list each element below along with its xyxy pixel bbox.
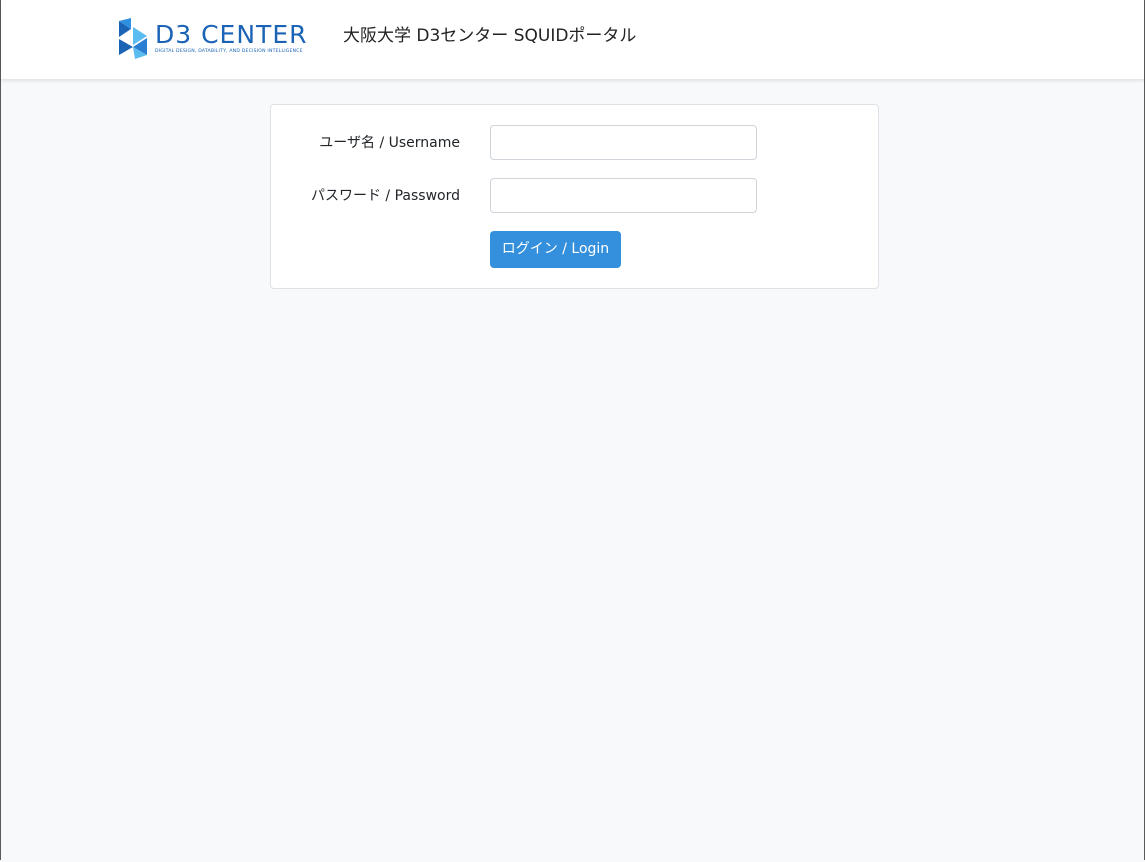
logo-title: D3 CENTER [155,21,308,48]
password-input[interactable] [490,178,757,213]
username-label: ユーザ名 / Username [319,135,460,151]
logo-text: D3 CENTER DIGITAL DESIGN, DATABILITY, AN… [155,22,323,55]
password-row: パスワード / Password [271,178,878,215]
username-row: ユーザ名 / Username [271,125,878,162]
username-input[interactable] [490,125,757,160]
password-label: パスワード / Password [310,188,460,204]
login-button[interactable]: ログイン / Login [490,231,621,268]
logo-tagline: DIGITAL DESIGN, DATABILITY, AND DECISION… [155,48,303,54]
brand-logo-link[interactable]: D3 CENTER DIGITAL DESIGN, DATABILITY, AN… [117,16,323,60]
top-navbar: D3 CENTER DIGITAL DESIGN, DATABILITY, AN… [1,0,1144,80]
site-title: 大阪大学 D3センター SQUIDポータル [343,26,637,46]
browser-viewport: D3 CENTER DIGITAL DESIGN, DATABILITY, AN… [0,0,1145,860]
login-card: ユーザ名 / Username パスワード / Password ログイン / … [270,104,879,289]
d3-center-logo-icon [119,18,147,59]
